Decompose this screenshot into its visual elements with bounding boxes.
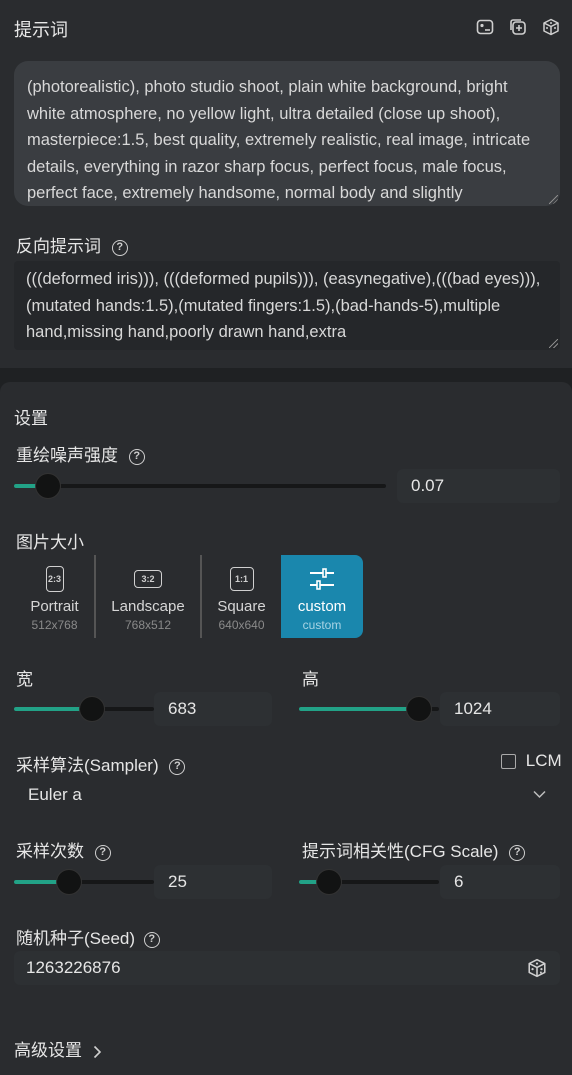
height-value-input[interactable]: 1024: [440, 692, 560, 726]
size-option-landscape[interactable]: 3:2 Landscape 768x512: [96, 555, 200, 638]
sampler-label-text: 采样算法(Sampler): [16, 756, 159, 775]
size-option-name: custom: [297, 598, 347, 615]
resize-handle[interactable]: [549, 195, 558, 204]
size-option-name: Portrait: [30, 598, 79, 615]
negative-prompt-label-text: 反向提示词: [16, 237, 101, 256]
size-option-name: Square: [217, 598, 266, 615]
settings-title: 设置: [14, 409, 48, 428]
chevron-right-icon: [93, 1045, 101, 1058]
size-option-dims: 512x768: [31, 618, 78, 632]
portrait-ratio-icon: 2:3: [45, 566, 64, 592]
denoise-label: 重绘噪声强度 ?: [16, 441, 145, 466]
height-label: 高: [302, 670, 319, 689]
size-option-dims: 640x640: [218, 618, 265, 632]
denoise-label-text: 重绘噪声强度: [16, 446, 118, 465]
cfg-label: 提示词相关性(CFG Scale) ?: [302, 837, 526, 862]
image-size-label: 图片大小: [16, 533, 84, 552]
dice-icon[interactable]: [527, 958, 547, 978]
help-icon[interactable]: ?: [94, 844, 111, 861]
steps-label: 采样次数 ?: [16, 837, 111, 862]
size-option-name: Landscape: [111, 598, 185, 615]
prompt-textarea[interactable]: (photorealistic), photo studio shoot, pl…: [14, 61, 560, 206]
sliders-icon: [310, 568, 334, 590]
prompt-title: 提示词: [14, 20, 68, 40]
cfg-value-input[interactable]: 6: [440, 865, 560, 899]
denoise-slider-thumb[interactable]: [36, 474, 60, 498]
resize-handle[interactable]: [549, 339, 558, 348]
size-option-portrait[interactable]: 2:3 Portrait 512x768: [14, 555, 95, 638]
seed-input[interactable]: 1263226876: [14, 951, 560, 985]
chevron-down-icon: [533, 790, 546, 799]
landscape-ratio-icon: 3:2: [134, 570, 162, 588]
prompt-text: (photorealistic), photo studio shoot, pl…: [27, 78, 531, 202]
sampler-select[interactable]: Euler a: [14, 777, 560, 813]
cfg-slider-thumb[interactable]: [317, 870, 341, 894]
negative-prompt-text: (((deformed iris))), (((deformed pupils)…: [26, 270, 541, 341]
width-slider-thumb[interactable]: [80, 697, 104, 721]
width-value-input[interactable]: 683: [154, 692, 272, 726]
lcm-label: LCM: [525, 751, 562, 770]
negative-prompt-textarea[interactable]: (((deformed iris))), (((deformed pupils)…: [14, 261, 560, 350]
lcm-toggle[interactable]: LCM: [501, 751, 562, 771]
width-label: 宽: [16, 670, 33, 689]
lcm-checkbox[interactable]: [501, 754, 516, 770]
height-slider-thumb[interactable]: [407, 697, 431, 721]
advanced-settings-label: 高级设置: [14, 1041, 82, 1060]
help-icon[interactable]: ?: [143, 931, 160, 948]
size-option-square[interactable]: 1:1 Square 640x640: [202, 555, 281, 638]
random-dice-icon[interactable]: [542, 18, 560, 36]
cfg-label-text: 提示词相关性(CFG Scale): [302, 842, 499, 861]
negative-prompt-label: 反向提示词 ?: [16, 232, 128, 257]
steps-label-text: 采样次数: [16, 842, 84, 861]
height-slider-fill: [299, 707, 419, 711]
steps-slider-thumb[interactable]: [57, 870, 81, 894]
image-prompt-icon[interactable]: [476, 18, 494, 36]
help-icon[interactable]: ?: [169, 758, 186, 775]
seed-label: 随机种子(Seed) ?: [16, 924, 160, 949]
help-icon[interactable]: ?: [111, 239, 128, 256]
seed-label-text: 随机种子(Seed): [16, 929, 136, 948]
copy-add-icon[interactable]: [509, 18, 527, 36]
advanced-settings-toggle[interactable]: 高级设置: [14, 1036, 102, 1061]
size-option-dims: 768x512: [124, 618, 172, 632]
sampler-value: Euler a: [28, 785, 82, 804]
size-option-custom[interactable]: custom custom: [281, 555, 363, 638]
help-icon[interactable]: ?: [509, 844, 526, 861]
denoise-slider-track[interactable]: [14, 484, 386, 488]
help-icon[interactable]: ?: [128, 448, 145, 465]
square-ratio-icon: 1:1: [229, 567, 254, 591]
sampler-label: 采样算法(Sampler) ?: [16, 751, 186, 776]
size-option-dims: custom: [302, 618, 342, 632]
steps-value-input[interactable]: 25: [154, 865, 272, 899]
denoise-value-input[interactable]: 0.07: [397, 469, 560, 503]
